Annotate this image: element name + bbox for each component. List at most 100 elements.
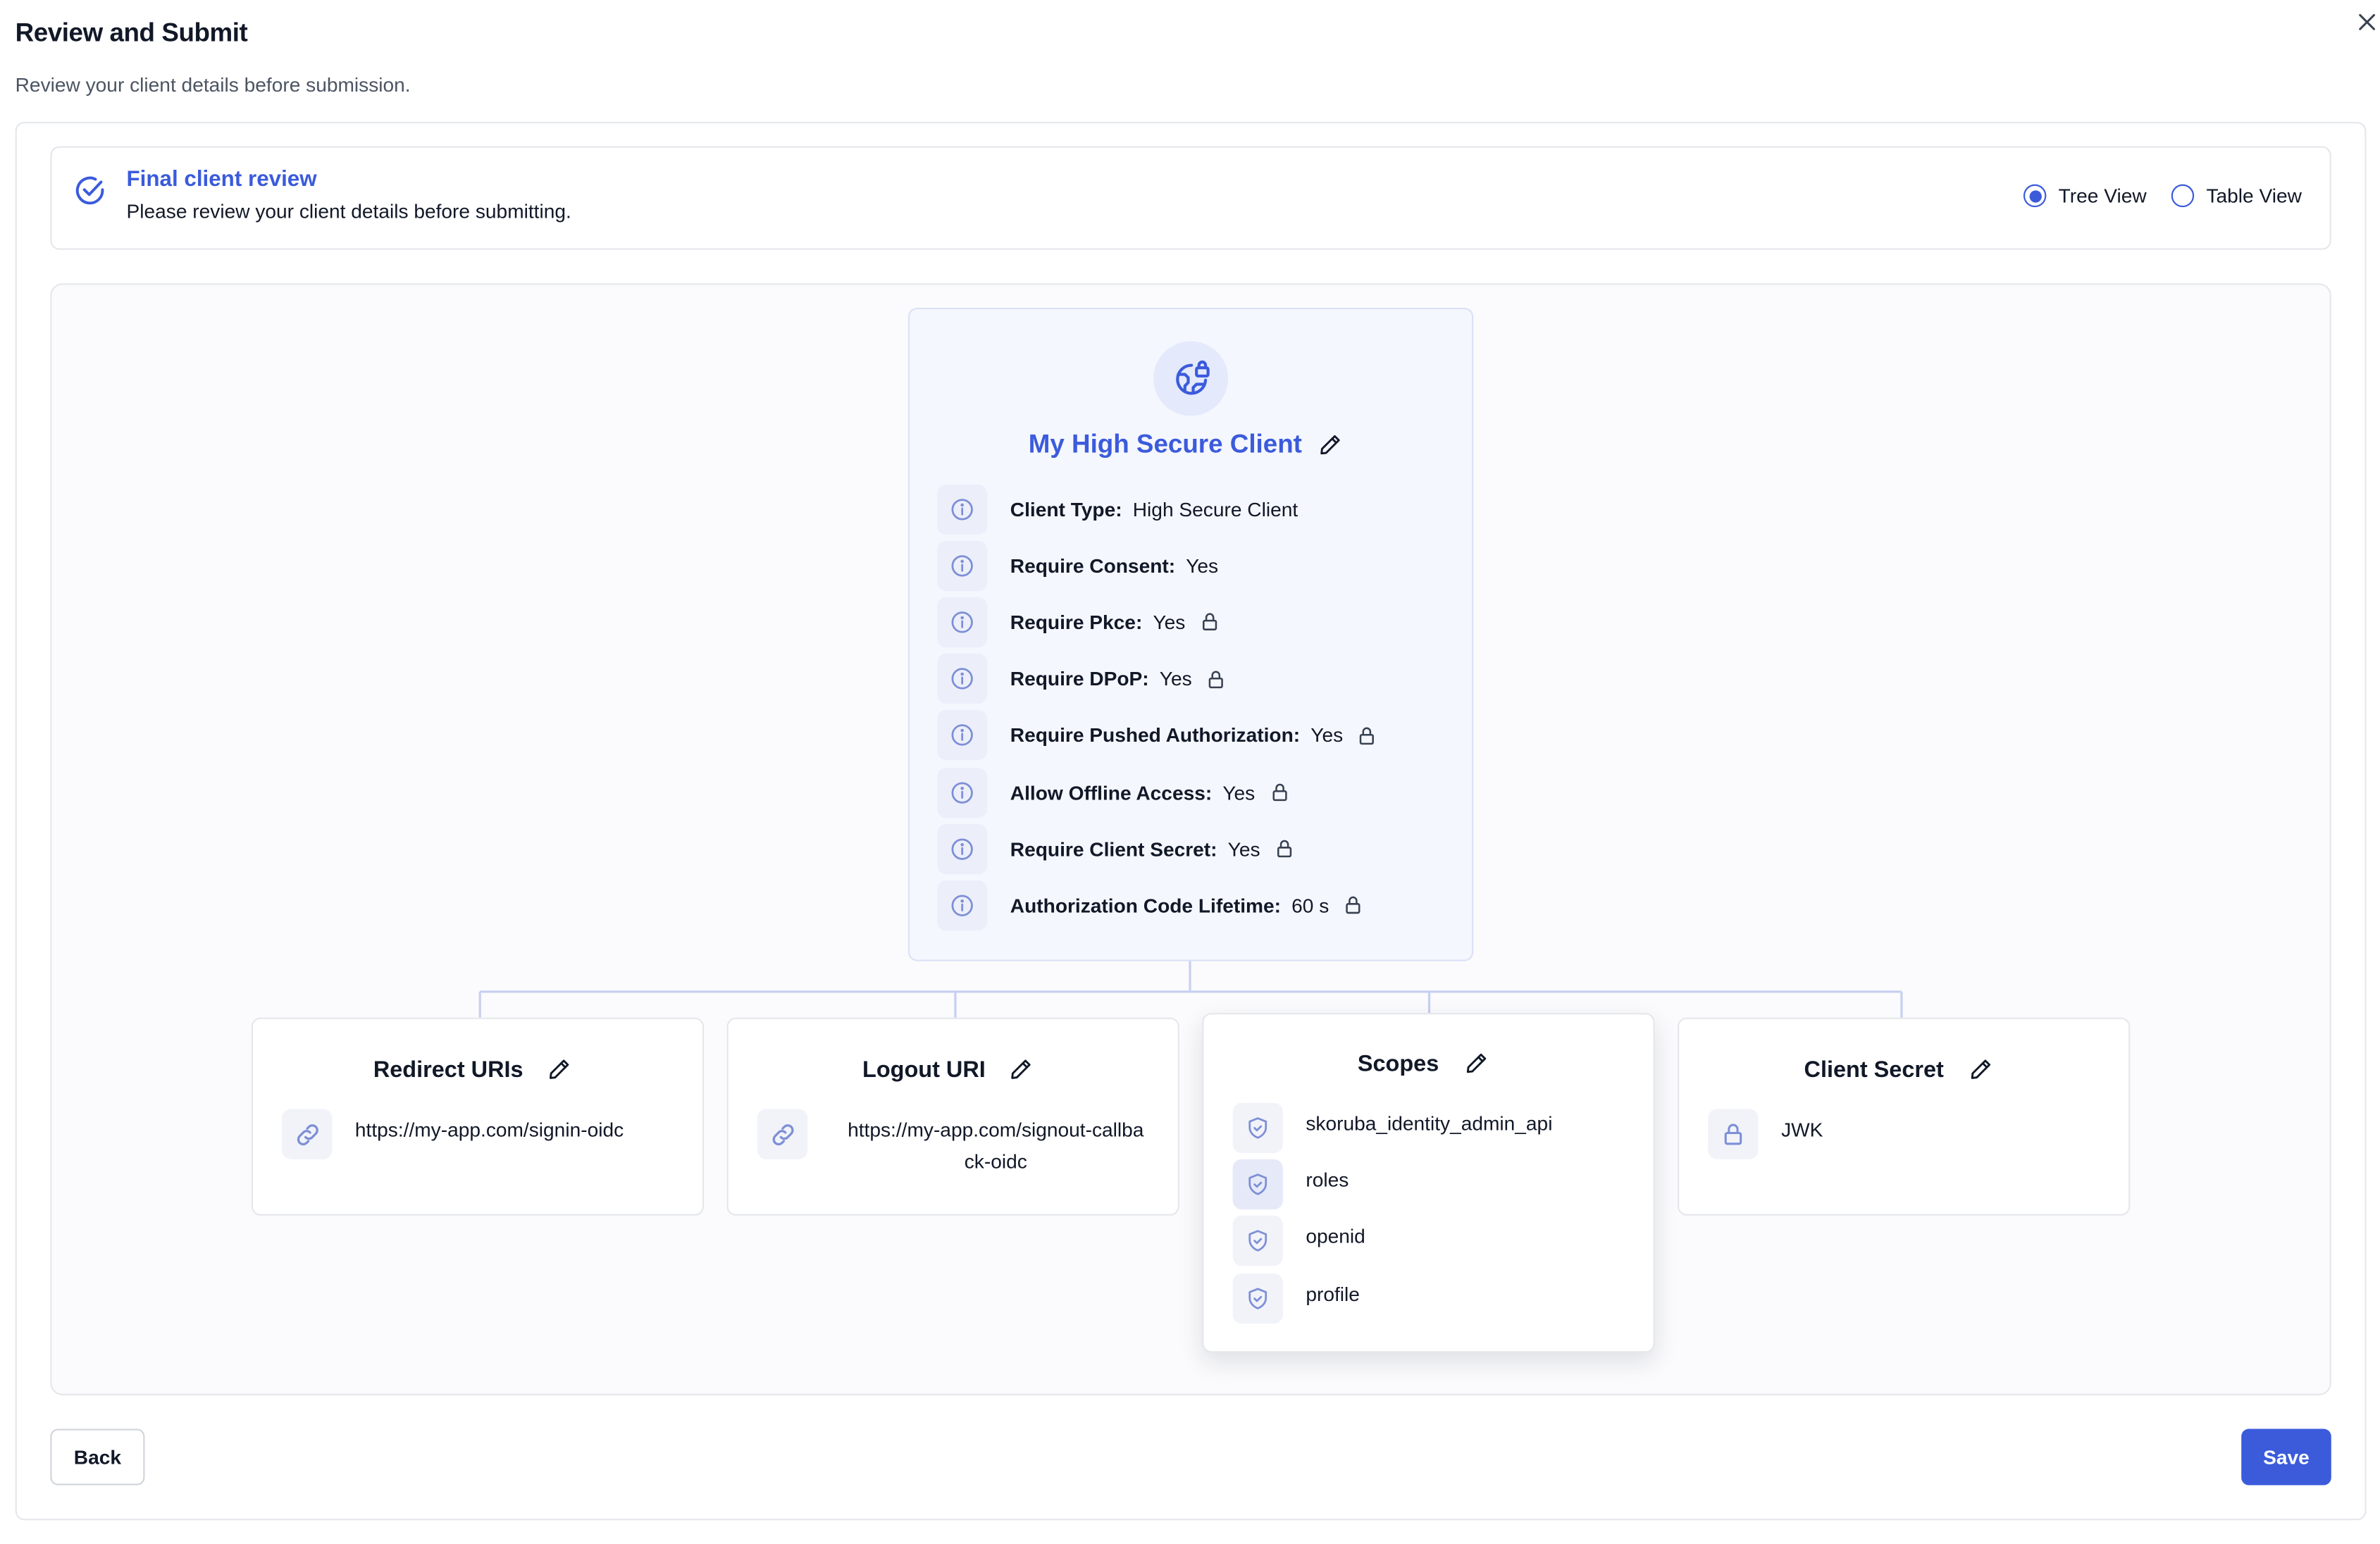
- locked-indicator: [1357, 725, 1378, 746]
- globe-lock-icon-wrapper: [1153, 341, 1229, 416]
- info-icon-wrapper: [936, 710, 988, 761]
- scope-item: openid: [1306, 1225, 1365, 1249]
- edit-redirect-uris-button[interactable]: [547, 1057, 571, 1082]
- property-value: Yes: [1186, 554, 1219, 577]
- edit-client-button[interactable]: [1318, 432, 1343, 457]
- table-view-label: Table View: [2206, 184, 2302, 208]
- client-property-row: Allow Offline Access: Yes: [936, 766, 1290, 818]
- info-icon: [951, 838, 973, 860]
- locked-indicator: [1343, 895, 1364, 916]
- client-property-row: Require Consent: Yes: [936, 540, 1219, 592]
- property-label: Require Pushed Authorization:: [1010, 723, 1301, 747]
- scopes-title: Scopes: [1357, 1051, 1439, 1077]
- scope-icon-wrapper: [1232, 1273, 1283, 1324]
- tree-view-label: Tree View: [2058, 184, 2147, 208]
- pencil-icon: [1320, 435, 1340, 455]
- table-view-radio[interactable]: Table View: [2171, 184, 2302, 208]
- client-secret-title: Client Secret: [1804, 1057, 1944, 1083]
- link-icon: [296, 1123, 318, 1145]
- property-label: Require DPoP:: [1010, 667, 1149, 690]
- scope-item: roles: [1306, 1169, 1349, 1192]
- property-value: 60 s: [1291, 894, 1330, 917]
- logout-uri-title: Logout URI: [862, 1057, 986, 1083]
- info-icon: [951, 498, 973, 520]
- lock-icon: [1360, 727, 1375, 745]
- scope-icon-wrapper: [1232, 1102, 1283, 1154]
- scope-icon-wrapper: [1232, 1159, 1283, 1210]
- link-icon-wrapper: [282, 1109, 333, 1159]
- info-icon-wrapper: [936, 483, 988, 534]
- pencil-icon: [1971, 1059, 1991, 1079]
- redirect-uri-value: https://my-app.com/signin-oidc: [354, 1118, 624, 1141]
- lock-icon: [1346, 897, 1361, 915]
- lock-icon: [1724, 1123, 1742, 1145]
- info-icon-wrapper: [936, 540, 988, 591]
- property-value: Yes: [1227, 837, 1260, 861]
- scope-icon-wrapper: [1232, 1216, 1283, 1266]
- banner-title: Final client review: [126, 167, 317, 192]
- info-icon-wrapper: [936, 597, 988, 647]
- info-icon: [951, 611, 973, 633]
- close-button[interactable]: [2354, 9, 2379, 34]
- logout-uri-line-1: https://my-app.com/signout-callba: [848, 1118, 1144, 1141]
- back-button[interactable]: Back: [50, 1428, 145, 1486]
- property-value: Yes: [1222, 780, 1256, 804]
- check-circle-icon: [73, 174, 107, 208]
- property-label: Allow Offline Access:: [1010, 780, 1213, 804]
- property-value: Yes: [1153, 610, 1186, 634]
- close-icon: [2358, 13, 2374, 30]
- lock-icon: [1277, 840, 1292, 858]
- shield-check-icon: [1248, 1117, 1268, 1139]
- property-label: Require Client Secret:: [1010, 837, 1217, 861]
- pencil-icon: [1466, 1053, 1487, 1073]
- dialog-subtitle: Review your client details before submis…: [15, 73, 411, 96]
- logout-uri-line-2: ck-oidc: [964, 1150, 1027, 1173]
- info-icon: [951, 781, 973, 803]
- info-icon-wrapper: [936, 766, 988, 818]
- info-icon: [951, 895, 973, 916]
- link-icon: [771, 1123, 793, 1145]
- radio-unselected-indicator[interactable]: [2171, 184, 2195, 208]
- locked-indicator: [1206, 668, 1227, 690]
- client-property-row: Client Type: High Secure Client: [936, 483, 1299, 535]
- scope-item: skoruba_identity_admin_api: [1306, 1112, 1553, 1135]
- info-icon-wrapper: [936, 823, 988, 874]
- shield-check-icon: [1248, 1287, 1268, 1309]
- info-icon-wrapper: [936, 653, 988, 704]
- dialog-title: Review and Submit: [15, 18, 248, 48]
- banner-text: Please review your client details before…: [126, 199, 571, 223]
- shield-check-icon: [1248, 1231, 1268, 1252]
- scope-item: profile: [1306, 1282, 1360, 1305]
- edit-client-secret-button[interactable]: [1969, 1057, 1993, 1082]
- lock-icon: [1202, 614, 1217, 631]
- edit-scopes-button[interactable]: [1464, 1051, 1489, 1076]
- client-secret-value: JWK: [1781, 1118, 1823, 1141]
- property-label: Client Type:: [1010, 497, 1122, 521]
- property-label: Authorization Code Lifetime:: [1010, 894, 1282, 917]
- redirect-uris-title: Redirect URIs: [373, 1057, 523, 1083]
- info-icon: [951, 724, 973, 747]
- link-icon-wrapper: [757, 1109, 808, 1159]
- client-property-row: Require Pushed Authorization: Yes: [936, 709, 1378, 761]
- radio-selected-indicator[interactable]: [2023, 184, 2047, 208]
- tree-view-radio[interactable]: Tree View: [2023, 184, 2147, 208]
- client-property-row: Require Client Secret: Yes: [936, 823, 1295, 875]
- lock-icon-wrapper: [1708, 1109, 1759, 1159]
- info-icon: [951, 668, 973, 690]
- save-button[interactable]: Save: [2241, 1428, 2331, 1486]
- property-label: Require Pkce:: [1010, 610, 1143, 634]
- property-value: Yes: [1310, 723, 1344, 747]
- client-property-row: Require Pkce: Yes: [936, 596, 1220, 648]
- property-value: High Secure Client: [1132, 497, 1299, 521]
- shield-check-icon: [1248, 1173, 1268, 1195]
- pencil-icon: [549, 1059, 569, 1079]
- review-submit-dialog: Review and Submit Review your client det…: [0, 0, 2380, 1538]
- client-property-row: Require DPoP: Yes: [936, 653, 1227, 705]
- logout-uri-value: https://my-app.com/signout-callba ck-oid…: [832, 1114, 1160, 1178]
- edit-logout-uri-button[interactable]: [1009, 1057, 1034, 1082]
- locked-indicator: [1274, 838, 1295, 859]
- pencil-icon: [1011, 1059, 1031, 1079]
- locked-indicator: [1199, 611, 1220, 633]
- property-value: Yes: [1159, 667, 1192, 690]
- client-property-row: Authorization Code Lifetime: 60 s: [936, 880, 1364, 932]
